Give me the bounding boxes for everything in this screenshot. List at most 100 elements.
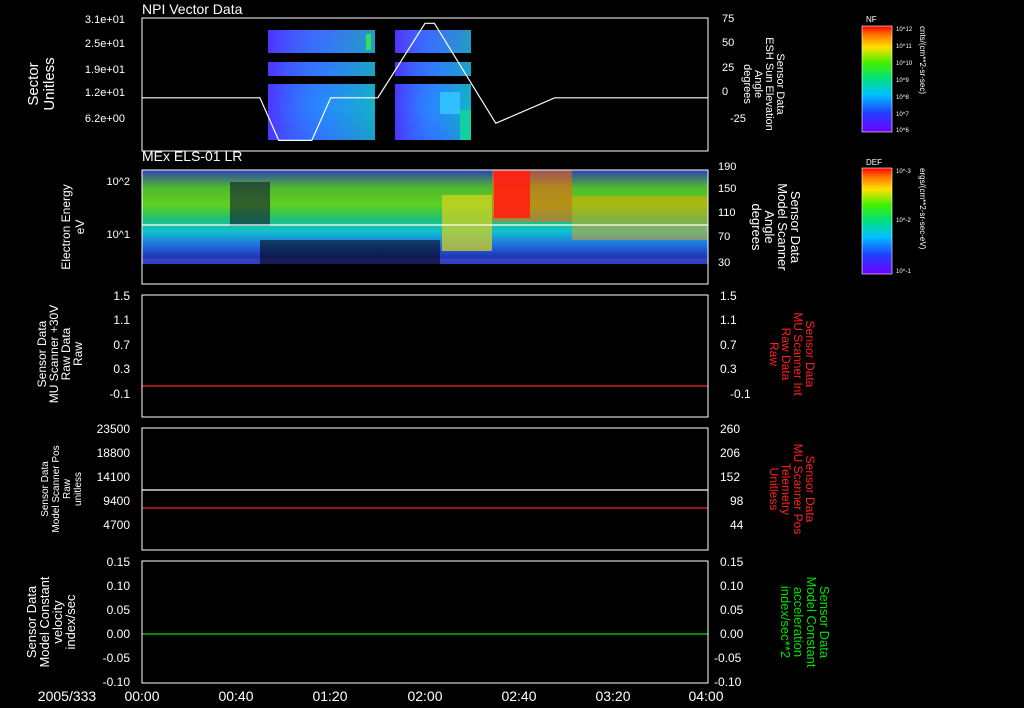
date-label: 2005/333 bbox=[38, 688, 97, 704]
time-axis: 2005/333 00:00 00:40 01:20 02:00 02:40 0… bbox=[38, 688, 724, 704]
left-axis: 0.15 0.10 0.05 0.00 -0.05 -0.10 bbox=[103, 555, 131, 689]
axis-label-left: Sector Unitless bbox=[25, 57, 58, 110]
tick-label: 0.15 bbox=[720, 555, 744, 569]
tick-label: 10^12 bbox=[896, 27, 913, 33]
axis-label-left: Sensor Data MU Scanner +30V Raw Data Raw bbox=[35, 305, 85, 403]
tick-label: 150 bbox=[718, 183, 736, 195]
tick-label: 110 bbox=[718, 207, 736, 219]
tick-label: 98 bbox=[730, 494, 744, 508]
tick-label: 206 bbox=[720, 446, 740, 460]
sector-gap bbox=[268, 76, 375, 84]
axis-label-left: Sensor Data Model Constant velocity inde… bbox=[24, 576, 78, 667]
tick-label: 0.05 bbox=[107, 603, 131, 617]
axis-label-right: Sensor Data MU Scanner Int Raw Data Raw bbox=[767, 312, 817, 396]
data-spot bbox=[440, 92, 460, 114]
axis-label: Raw bbox=[62, 478, 73, 499]
tick-label: 0.05 bbox=[720, 603, 744, 617]
tick-label: 10^10 bbox=[896, 61, 913, 67]
panel-frame bbox=[141, 294, 709, 418]
tick-label: 4700 bbox=[103, 518, 130, 532]
axis-label: Unitless bbox=[767, 468, 781, 511]
tick-label: 23500 bbox=[97, 422, 131, 436]
tick-label: 0.7 bbox=[113, 338, 130, 352]
right-axis: 260 206 152 98 44 bbox=[720, 422, 744, 532]
left-axis: 1.5 1.1 0.7 0.3 -0.1 bbox=[109, 289, 130, 401]
panel-els: MEx ELS-01 LR 10^2 10^1 190 150 110 70 3… bbox=[59, 148, 803, 285]
tick-label: 10^-3 bbox=[896, 169, 911, 175]
data-block-shade bbox=[268, 30, 375, 140]
tick-label: 9400 bbox=[103, 494, 130, 508]
tick-label: 10^-2 bbox=[896, 218, 911, 224]
tick-label: 10^6 bbox=[896, 128, 909, 134]
tick-label: 10^9 bbox=[896, 78, 909, 84]
hot-region bbox=[494, 170, 530, 218]
left-axis: 10^2 10^1 bbox=[106, 176, 130, 241]
time-tick-label: 03:20 bbox=[595, 688, 630, 704]
tick-label: 10^-1 bbox=[896, 269, 911, 275]
tick-label: 1.2e+01 bbox=[85, 87, 125, 99]
axis-label: Model Scanner Pos bbox=[51, 445, 62, 532]
tick-label: 10^8 bbox=[896, 95, 909, 101]
tick-label: 75 bbox=[722, 13, 734, 25]
colorbar-label: DEF bbox=[866, 158, 882, 167]
tick-label: 3.1e+01 bbox=[85, 14, 125, 26]
tick-label: -25 bbox=[730, 113, 746, 125]
right-axis: 1.5 1.1 0.7 0.3 -0.1 bbox=[720, 289, 751, 401]
time-tick-label: 02:00 bbox=[407, 688, 442, 704]
tick-label: -0.1 bbox=[730, 387, 751, 401]
axis-label: degrees bbox=[749, 204, 764, 251]
panel-raw: 1.5 1.1 0.7 0.3 -0.1 1.5 1.1 0.7 0.3 -0.… bbox=[35, 289, 817, 418]
data-spot bbox=[460, 110, 471, 140]
tick-label: 25 bbox=[722, 62, 734, 74]
npi-heatmap bbox=[268, 30, 471, 140]
tick-label: 190 bbox=[718, 161, 736, 173]
time-tick-label: 01:20 bbox=[312, 688, 347, 704]
tick-label: 0.3 bbox=[113, 362, 130, 376]
tick-label: 0.00 bbox=[720, 627, 744, 641]
tick-label: 0.3 bbox=[720, 362, 737, 376]
panel-title: NPI Vector Data bbox=[142, 1, 243, 17]
axis-label: Raw bbox=[71, 342, 85, 366]
tick-label: 50 bbox=[722, 37, 734, 49]
tick-label: -0.1 bbox=[109, 387, 130, 401]
colorbar-nf: NF 10^12 10^11 10^10 10^9 10^8 10^7 10^6… bbox=[861, 15, 927, 134]
panel-frame bbox=[141, 427, 709, 551]
axis-label-right: Sensor Data MU Scanner Pos Telemetry Uni… bbox=[767, 444, 817, 535]
tick-label: 10^11 bbox=[896, 44, 912, 50]
axis-label: index/sec bbox=[63, 594, 78, 649]
els-spectrogram bbox=[142, 170, 708, 264]
sector-gap bbox=[395, 53, 471, 62]
warm-region bbox=[572, 196, 708, 240]
tick-label: 10^2 bbox=[106, 176, 130, 188]
tick-label: -0.05 bbox=[714, 651, 742, 665]
tick-label: 1.1 bbox=[720, 313, 737, 327]
tick-label: 2.5e+01 bbox=[85, 38, 125, 50]
tick-label: 18800 bbox=[97, 446, 131, 460]
colorbar-scale bbox=[861, 167, 893, 275]
time-tick-label: 02:40 bbox=[501, 688, 536, 704]
colorbar-scale bbox=[861, 25, 893, 133]
time-tick-label: 04:00 bbox=[688, 688, 723, 704]
time-tick-label: 00:00 bbox=[124, 688, 159, 704]
colorbar-ticks: 10^12 10^11 10^10 10^9 10^8 10^7 10^6 bbox=[896, 27, 913, 134]
panel-model-constant: 0.15 0.10 0.05 0.00 -0.05 -0.10 0.15 0.1… bbox=[24, 555, 832, 689]
data-block-shade bbox=[395, 30, 471, 140]
tick-label: 260 bbox=[720, 422, 740, 436]
tick-label: 30 bbox=[718, 257, 730, 269]
axis-label-right: Sensor Data Model Constant acceleration … bbox=[778, 576, 832, 667]
tick-label: -0.10 bbox=[103, 675, 131, 689]
sector-gap bbox=[395, 76, 471, 84]
tick-label: 1.9e+01 bbox=[85, 64, 125, 76]
tick-label: 6.2e+00 bbox=[85, 113, 125, 125]
tick-label: 0.10 bbox=[107, 579, 131, 593]
tick-label: -0.10 bbox=[714, 675, 742, 689]
tick-label: 0.10 bbox=[720, 579, 744, 593]
axis-label: Sector bbox=[25, 62, 42, 105]
axis-label: Raw bbox=[767, 342, 781, 366]
time-tick-label: 00:40 bbox=[218, 688, 253, 704]
tick-label: 1.1 bbox=[113, 313, 130, 327]
tick-label: -0.05 bbox=[103, 651, 131, 665]
right-axis: 0.15 0.10 0.05 0.00 -0.05 -0.10 bbox=[714, 555, 744, 689]
tick-label: 0.00 bbox=[107, 627, 131, 641]
panel-frame bbox=[141, 560, 709, 684]
